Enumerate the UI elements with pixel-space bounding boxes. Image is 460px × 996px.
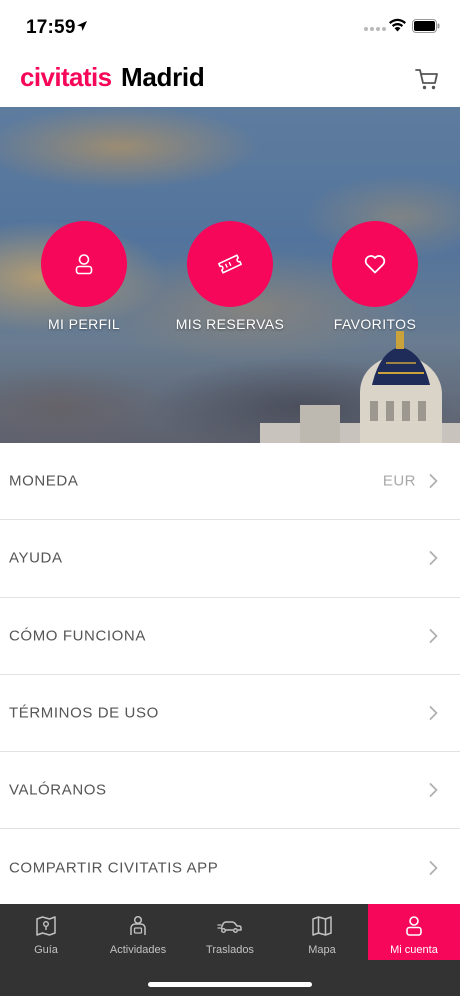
user-icon (75, 254, 93, 275)
bookings-circle (187, 221, 273, 307)
building-silhouette (260, 331, 460, 443)
brand-logo: civitatis (20, 62, 112, 92)
menu-item-how-it-works[interactable]: CÓMO FUNCIONA (0, 598, 460, 675)
hero-banner: MI PERFIL MIS RESERVAS FAVORITOS (0, 107, 460, 443)
menu-item-label: MONEDA (9, 472, 79, 490)
city-title: Madrid (121, 62, 205, 92)
chevron-right-icon (429, 551, 438, 566)
wifi-icon (389, 18, 406, 32)
menu-item-label: CÓMO FUNCIONA (9, 627, 146, 645)
tab-label: Mi cuenta (390, 944, 438, 956)
tab-label: Traslados (206, 944, 254, 956)
tab-activities[interactable]: Actividades (92, 904, 184, 960)
tab-label: Actividades (109, 944, 167, 956)
tab-transfers[interactable]: Traslados (184, 904, 276, 960)
ticket-icon (218, 254, 242, 274)
my-bookings-button[interactable]: MIS RESERVAS (165, 221, 295, 332)
favorites-circle (332, 221, 418, 307)
bottom-tab-bar: Guía Actividades Traslados Mapa Mi cuent… (0, 904, 460, 996)
profile-circle (41, 221, 127, 307)
car-icon (217, 921, 242, 933)
menu-item-label: VALÓRANOS (9, 781, 107, 799)
chevron-right-icon (429, 628, 438, 643)
tab-guide[interactable]: Guía (0, 904, 92, 960)
status-time: 17:59 (26, 17, 76, 38)
app-header: civitatis Madrid (0, 54, 460, 106)
chevron-right-icon (429, 861, 438, 876)
battery-icon (412, 19, 440, 33)
my-bookings-label: MIS RESERVAS (175, 316, 285, 332)
menu-item-label: TÉRMINOS DE USO (9, 704, 159, 722)
guide-person-icon (130, 915, 146, 935)
currency-value: EUR (382, 472, 416, 490)
menu-item-help[interactable]: AYUDA (0, 520, 460, 598)
location-arrow-icon (77, 21, 87, 31)
chevron-right-icon (429, 706, 438, 720)
menu-item-rate-us[interactable]: VALÓRANOS (0, 752, 460, 830)
cart-icon[interactable] (414, 66, 440, 92)
home-indicator (148, 982, 312, 987)
settings-menu: MONEDA EUR AYUDA CÓMO FUNCIONA TÉRMINOS … (0, 443, 460, 907)
menu-item-share-app[interactable]: COMPARTIR CIVITATIS APP (0, 829, 460, 906)
menu-item-terms[interactable]: TÉRMINOS DE USO (0, 675, 460, 753)
map-icon (312, 916, 332, 936)
my-profile-button[interactable]: MI PERFIL (19, 221, 149, 332)
chevron-right-icon (429, 474, 438, 489)
favorites-label: FAVORITOS (333, 316, 417, 332)
heart-icon (364, 255, 386, 274)
tab-map[interactable]: Mapa (276, 904, 368, 960)
signal-icon (364, 27, 386, 31)
tab-my-account[interactable]: Mi cuenta (368, 904, 460, 960)
user-icon (406, 916, 422, 936)
menu-item-label: COMPARTIR CIVITATIS APP (9, 859, 219, 877)
my-profile-label: MI PERFIL (47, 316, 121, 332)
menu-item-label: AYUDA (9, 549, 63, 567)
tab-label: Mapa (308, 944, 336, 956)
chevron-right-icon (429, 783, 438, 798)
status-bar: 17:59 (0, 0, 460, 54)
tab-label: Guía (34, 944, 58, 956)
favorites-button[interactable]: FAVORITOS (310, 221, 440, 332)
menu-item-currency[interactable]: MONEDA EUR (0, 443, 460, 521)
map-book-icon (36, 916, 56, 936)
